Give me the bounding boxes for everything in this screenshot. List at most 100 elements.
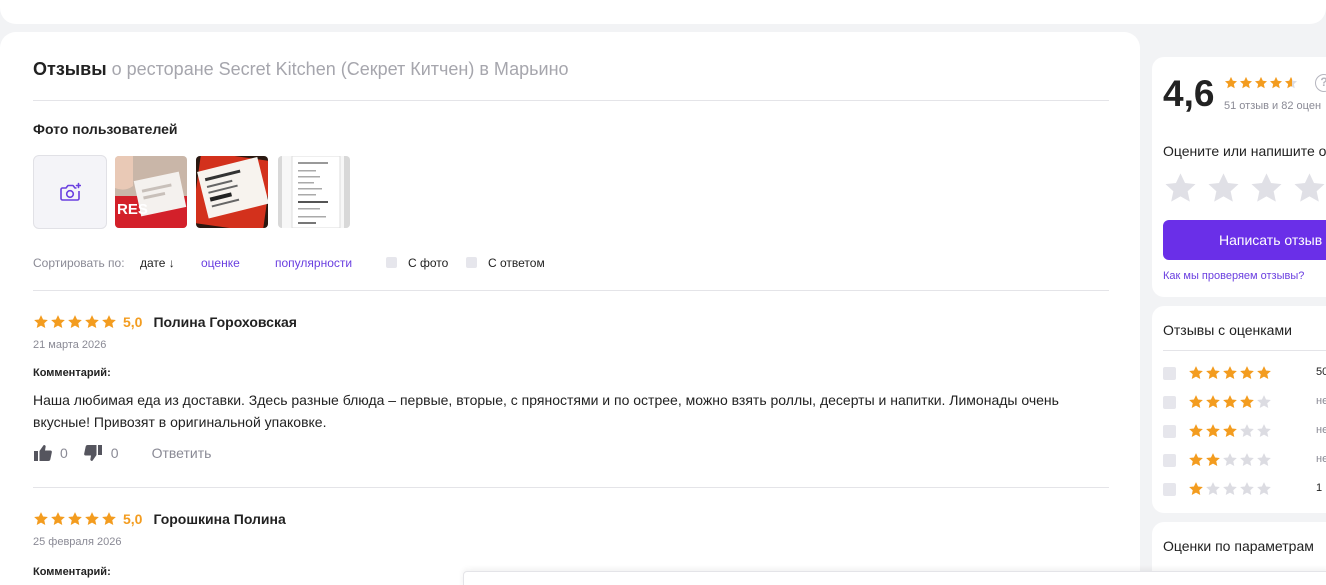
star-icon [1239, 365, 1255, 381]
review-divider [33, 487, 1109, 488]
star-icon [101, 314, 117, 330]
star-icon [1256, 452, 1272, 468]
review-header: 5,0 Полина Гороховская [33, 314, 297, 330]
star-icon [1188, 481, 1204, 497]
star-icon [101, 511, 117, 527]
sort-by-rating[interactable]: оценке [201, 256, 240, 270]
star-icon [1239, 76, 1253, 90]
top-header-strip [0, 0, 1326, 24]
rating-filter-checkbox[interactable] [1163, 483, 1176, 496]
bottom-popup-edge [463, 571, 1326, 585]
rating-filter-card: Отзывы с оценками 50 не не не 1 [1152, 306, 1326, 513]
star-icon [1188, 423, 1204, 439]
rating-filter-checkbox[interactable] [1163, 396, 1176, 409]
overall-rating-stars [1224, 76, 1298, 90]
thumbs-up-icon[interactable] [33, 444, 53, 462]
rate-star-icon[interactable] [1292, 171, 1326, 206]
star-icon [33, 511, 49, 527]
rating-filter-count: 1 [1316, 482, 1323, 494]
user-photo-thumbnail[interactable]: RES [115, 156, 187, 228]
review-rating-stars [33, 314, 117, 330]
star-icon [1222, 423, 1238, 439]
help-icon[interactable]: ? [1315, 74, 1326, 92]
page-title: Отзывы о ресторане Secret Kitchen (Секре… [33, 58, 569, 80]
how-we-verify-link[interactable]: Как мы проверяем отзывы? [1163, 270, 1304, 282]
star-icon [1256, 423, 1272, 439]
rate-star-icon[interactable] [1206, 171, 1241, 206]
review-actions: 0 0 Ответить [33, 444, 211, 462]
review-header: 5,0 Горошкина Полина [33, 511, 286, 527]
write-review-button[interactable]: Написать отзыв [1163, 220, 1326, 260]
user-photo-thumbnail[interactable] [196, 156, 268, 228]
star-icon [84, 314, 100, 330]
rating-filter-stars [1188, 481, 1272, 497]
sort-by-date-label: дате [140, 256, 166, 270]
star-icon [1222, 394, 1238, 410]
rate-star-icon[interactable] [1249, 171, 1284, 206]
star-icon [1239, 394, 1255, 410]
star-icon [1205, 365, 1221, 381]
sort-by-popularity[interactable]: популярности [275, 256, 352, 270]
star-icon [50, 314, 66, 330]
thumbs-down-icon[interactable] [82, 444, 104, 462]
star-icon [50, 511, 66, 527]
with-reply-checkbox[interactable] [466, 257, 477, 268]
sort-divider [33, 290, 1109, 291]
review-rating-value: 5,0 [123, 314, 143, 330]
rate-prompt: Оцените или напишите о [1163, 143, 1326, 159]
rating-filter-stars [1188, 394, 1272, 410]
star-icon [84, 511, 100, 527]
with-photo-checkbox[interactable] [386, 257, 397, 268]
review-rating-value: 5,0 [123, 511, 143, 527]
star-icon [1256, 394, 1272, 410]
rating-filter-count: 50 [1316, 366, 1326, 378]
rating-filter-title: Отзывы с оценками [1163, 322, 1292, 338]
star-icon [67, 511, 83, 527]
overall-rating: 4,6 [1163, 73, 1215, 114]
star-icon [1254, 76, 1268, 90]
page-title-bold: Отзывы [33, 59, 107, 79]
rating-filter-count: не [1316, 395, 1326, 407]
user-photo-thumbnail[interactable] [278, 156, 350, 228]
with-reply-label[interactable]: С ответом [488, 256, 545, 270]
with-photo-label[interactable]: С фото [408, 256, 448, 270]
star-icon [1269, 76, 1283, 90]
reply-button[interactable]: Ответить [152, 445, 212, 461]
star-icon [1205, 481, 1221, 497]
page-title-subtitle: о ресторане Secret Kitchen (Секрет Китче… [111, 59, 569, 79]
sort-label: Сортировать по: [33, 256, 125, 270]
reviews-count: 51 отзыв и 82 оцен [1224, 100, 1322, 112]
photo-check-image [278, 156, 350, 228]
add-photo-button[interactable] [33, 155, 107, 229]
star-icon [67, 314, 83, 330]
review-author: Полина Гороховская [153, 314, 297, 330]
star-icon [33, 314, 49, 330]
star-icon [1284, 76, 1298, 90]
params-title: Оценки по параметрам [1163, 538, 1314, 554]
rating-filter-count: не [1316, 424, 1326, 436]
rating-filter-count: не [1316, 453, 1326, 465]
dislikes-count: 0 [110, 445, 119, 461]
star-icon [1205, 452, 1221, 468]
review-comment-text: Наша любимая еда из доставки. Здесь разн… [33, 392, 1059, 430]
star-icon [1224, 76, 1238, 90]
rating-filter-checkbox[interactable] [1163, 454, 1176, 467]
rating-filter-checkbox[interactable] [1163, 367, 1176, 380]
star-icon [1188, 394, 1204, 410]
rating-filter-stars [1188, 423, 1272, 439]
likes-count: 0 [60, 445, 68, 461]
star-icon [1205, 423, 1221, 439]
star-icon [1205, 394, 1221, 410]
user-photos-title: Фото пользователей [33, 121, 178, 137]
sort-by-date[interactable]: дате ↓ [140, 256, 175, 270]
rate-star-icon[interactable] [1163, 171, 1198, 206]
review-date: 25 февраля 2026 [33, 536, 122, 548]
camera-plus-icon [60, 182, 81, 201]
svg-text:RES: RES [117, 201, 148, 218]
star-icon [1239, 423, 1255, 439]
rate-stars-input[interactable] [1163, 171, 1326, 206]
rating-filter-checkbox[interactable] [1163, 425, 1176, 438]
star-icon [1222, 365, 1238, 381]
rating-filter-stars [1188, 452, 1272, 468]
photo-receipt-image [196, 156, 268, 228]
